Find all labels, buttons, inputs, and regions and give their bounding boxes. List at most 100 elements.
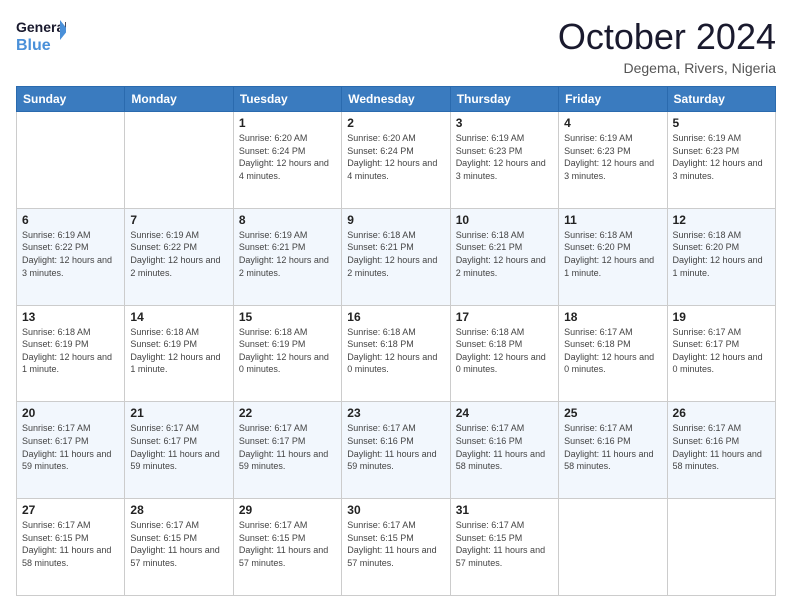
cell-date-number: 29	[239, 503, 336, 517]
cell-date-number: 30	[347, 503, 444, 517]
cell-info-text: Sunrise: 6:20 AM Sunset: 6:24 PM Dayligh…	[239, 132, 336, 182]
cell-date-number: 22	[239, 406, 336, 420]
calendar-cell: 19 Sunrise: 6:17 AM Sunset: 6:17 PM Dayli…	[667, 305, 775, 402]
cell-info-text: Sunrise: 6:19 AM Sunset: 6:23 PM Dayligh…	[673, 132, 770, 182]
cell-info-text: Sunrise: 6:18 AM Sunset: 6:21 PM Dayligh…	[347, 229, 444, 279]
calendar-cell: 5 Sunrise: 6:19 AM Sunset: 6:23 PM Daylig…	[667, 112, 775, 209]
cell-date-number: 4	[564, 116, 661, 130]
calendar-cell: 14 Sunrise: 6:18 AM Sunset: 6:19 PM Dayli…	[125, 305, 233, 402]
cell-info-text: Sunrise: 6:18 AM Sunset: 6:18 PM Dayligh…	[347, 326, 444, 376]
cell-info-text: Sunrise: 6:19 AM Sunset: 6:22 PM Dayligh…	[130, 229, 227, 279]
calendar-cell: 20Sunrise: 6:17 AM Sunset: 6:17 PM Dayli…	[17, 402, 125, 499]
cell-info-text: Sunrise: 6:17 AM Sunset: 6:15 PM Dayligh…	[239, 519, 336, 569]
cell-info-text: Sunrise: 6:19 AM Sunset: 6:23 PM Dayligh…	[456, 132, 553, 182]
cell-date-number: 19	[673, 310, 770, 324]
calendar-cell: 21 Sunrise: 6:17 AM Sunset: 6:17 PM Dayli…	[125, 402, 233, 499]
calendar-cell: 7 Sunrise: 6:19 AM Sunset: 6:22 PM Daylig…	[125, 208, 233, 305]
calendar-week-2: 6Sunrise: 6:19 AM Sunset: 6:22 PM Daylig…	[17, 208, 776, 305]
cell-info-text: Sunrise: 6:17 AM Sunset: 6:16 PM Dayligh…	[564, 422, 661, 472]
cell-date-number: 9	[347, 213, 444, 227]
calendar-cell: 29 Sunrise: 6:17 AM Sunset: 6:15 PM Dayli…	[233, 499, 341, 596]
calendar-cell	[667, 499, 775, 596]
calendar-cell: 26 Sunrise: 6:17 AM Sunset: 6:16 PM Dayli…	[667, 402, 775, 499]
svg-text:General: General	[16, 19, 66, 35]
calendar-cell: 24 Sunrise: 6:17 AM Sunset: 6:16 PM Dayli…	[450, 402, 558, 499]
cell-date-number: 21	[130, 406, 227, 420]
cell-info-text: Sunrise: 6:17 AM Sunset: 6:15 PM Dayligh…	[22, 519, 119, 569]
calendar-cell: 31Sunrise: 6:17 AM Sunset: 6:15 PM Dayli…	[450, 499, 558, 596]
calendar-cell: 10 Sunrise: 6:18 AM Sunset: 6:21 PM Dayli…	[450, 208, 558, 305]
cell-info-text: Sunrise: 6:18 AM Sunset: 6:19 PM Dayligh…	[22, 326, 119, 376]
day-header-friday: Friday	[559, 87, 667, 112]
cell-date-number: 2	[347, 116, 444, 130]
day-header-saturday: Saturday	[667, 87, 775, 112]
calendar-cell: 27Sunrise: 6:17 AM Sunset: 6:15 PM Dayli…	[17, 499, 125, 596]
calendar-cell: 12 Sunrise: 6:18 AM Sunset: 6:20 PM Dayli…	[667, 208, 775, 305]
calendar-cell: 23Sunrise: 6:17 AM Sunset: 6:16 PM Dayli…	[342, 402, 450, 499]
calendar-cell: 8 Sunrise: 6:19 AM Sunset: 6:21 PM Daylig…	[233, 208, 341, 305]
cell-info-text: Sunrise: 6:17 AM Sunset: 6:16 PM Dayligh…	[347, 422, 444, 472]
cell-date-number: 28	[130, 503, 227, 517]
cell-info-text: Sunrise: 6:17 AM Sunset: 6:16 PM Dayligh…	[673, 422, 770, 472]
cell-info-text: Sunrise: 6:18 AM Sunset: 6:21 PM Dayligh…	[456, 229, 553, 279]
day-header-wednesday: Wednesday	[342, 87, 450, 112]
calendar-cell	[125, 112, 233, 209]
cell-date-number: 3	[456, 116, 553, 130]
cell-info-text: Sunrise: 6:18 AM Sunset: 6:19 PM Dayligh…	[130, 326, 227, 376]
cell-info-text: Sunrise: 6:17 AM Sunset: 6:15 PM Dayligh…	[347, 519, 444, 569]
calendar-cell: 16 Sunrise: 6:18 AM Sunset: 6:18 PM Dayli…	[342, 305, 450, 402]
cell-date-number: 7	[130, 213, 227, 227]
cell-info-text: Sunrise: 6:17 AM Sunset: 6:16 PM Dayligh…	[456, 422, 553, 472]
cell-date-number: 10	[456, 213, 553, 227]
cell-date-number: 11	[564, 213, 661, 227]
calendar-week-1: 1Sunrise: 6:20 AM Sunset: 6:24 PM Daylig…	[17, 112, 776, 209]
cell-info-text: Sunrise: 6:19 AM Sunset: 6:21 PM Dayligh…	[239, 229, 336, 279]
cell-info-text: Sunrise: 6:19 AM Sunset: 6:23 PM Dayligh…	[564, 132, 661, 182]
calendar-cell: 3 Sunrise: 6:19 AM Sunset: 6:23 PM Daylig…	[450, 112, 558, 209]
cell-date-number: 15	[239, 310, 336, 324]
calendar-cell: 22 Sunrise: 6:17 AM Sunset: 6:17 PM Dayli…	[233, 402, 341, 499]
calendar-cell: 2Sunrise: 6:20 AM Sunset: 6:24 PM Daylig…	[342, 112, 450, 209]
day-header-thursday: Thursday	[450, 87, 558, 112]
cell-info-text: Sunrise: 6:18 AM Sunset: 6:19 PM Dayligh…	[239, 326, 336, 376]
cell-date-number: 17	[456, 310, 553, 324]
cell-info-text: Sunrise: 6:17 AM Sunset: 6:15 PM Dayligh…	[130, 519, 227, 569]
cell-info-text: Sunrise: 6:17 AM Sunset: 6:17 PM Dayligh…	[22, 422, 119, 472]
calendar-cell: 25 Sunrise: 6:17 AM Sunset: 6:16 PM Dayli…	[559, 402, 667, 499]
logo-svg: General Blue	[16, 16, 66, 58]
calendar-cell: 28 Sunrise: 6:17 AM Sunset: 6:15 PM Dayli…	[125, 499, 233, 596]
cell-info-text: Sunrise: 6:18 AM Sunset: 6:20 PM Dayligh…	[564, 229, 661, 279]
calendar-week-5: 27Sunrise: 6:17 AM Sunset: 6:15 PM Dayli…	[17, 499, 776, 596]
header: General Blue October 2024 Degema, Rivers…	[16, 16, 776, 76]
calendar-cell: 1Sunrise: 6:20 AM Sunset: 6:24 PM Daylig…	[233, 112, 341, 209]
cell-info-text: Sunrise: 6:17 AM Sunset: 6:17 PM Dayligh…	[673, 326, 770, 376]
calendar-cell	[17, 112, 125, 209]
svg-text:Blue: Blue	[16, 37, 51, 54]
cell-info-text: Sunrise: 6:18 AM Sunset: 6:20 PM Dayligh…	[673, 229, 770, 279]
day-header-monday: Monday	[125, 87, 233, 112]
cell-date-number: 14	[130, 310, 227, 324]
cell-info-text: Sunrise: 6:17 AM Sunset: 6:17 PM Dayligh…	[130, 422, 227, 472]
cell-date-number: 26	[673, 406, 770, 420]
cell-date-number: 5	[673, 116, 770, 130]
calendar-cell: 17 Sunrise: 6:18 AM Sunset: 6:18 PM Dayli…	[450, 305, 558, 402]
calendar-cell	[559, 499, 667, 596]
calendar-cell: 4 Sunrise: 6:19 AM Sunset: 6:23 PM Daylig…	[559, 112, 667, 209]
cell-date-number: 8	[239, 213, 336, 227]
calendar-cell: 11 Sunrise: 6:18 AM Sunset: 6:20 PM Dayli…	[559, 208, 667, 305]
calendar-header-row: SundayMondayTuesdayWednesdayThursdayFrid…	[17, 87, 776, 112]
calendar-cell: 18 Sunrise: 6:17 AM Sunset: 6:18 PM Dayli…	[559, 305, 667, 402]
calendar-cell: 30 Sunrise: 6:17 AM Sunset: 6:15 PM Dayli…	[342, 499, 450, 596]
cell-info-text: Sunrise: 6:18 AM Sunset: 6:18 PM Dayligh…	[456, 326, 553, 376]
day-header-sunday: Sunday	[17, 87, 125, 112]
cell-date-number: 24	[456, 406, 553, 420]
cell-info-text: Sunrise: 6:17 AM Sunset: 6:17 PM Dayligh…	[239, 422, 336, 472]
title-block: October 2024 Degema, Rivers, Nigeria	[558, 16, 776, 76]
cell-date-number: 18	[564, 310, 661, 324]
cell-info-text: Sunrise: 6:17 AM Sunset: 6:18 PM Dayligh…	[564, 326, 661, 376]
cell-date-number: 25	[564, 406, 661, 420]
page: General Blue October 2024 Degema, Rivers…	[0, 0, 792, 612]
cell-date-number: 16	[347, 310, 444, 324]
subtitle: Degema, Rivers, Nigeria	[558, 60, 776, 76]
cell-date-number: 12	[673, 213, 770, 227]
